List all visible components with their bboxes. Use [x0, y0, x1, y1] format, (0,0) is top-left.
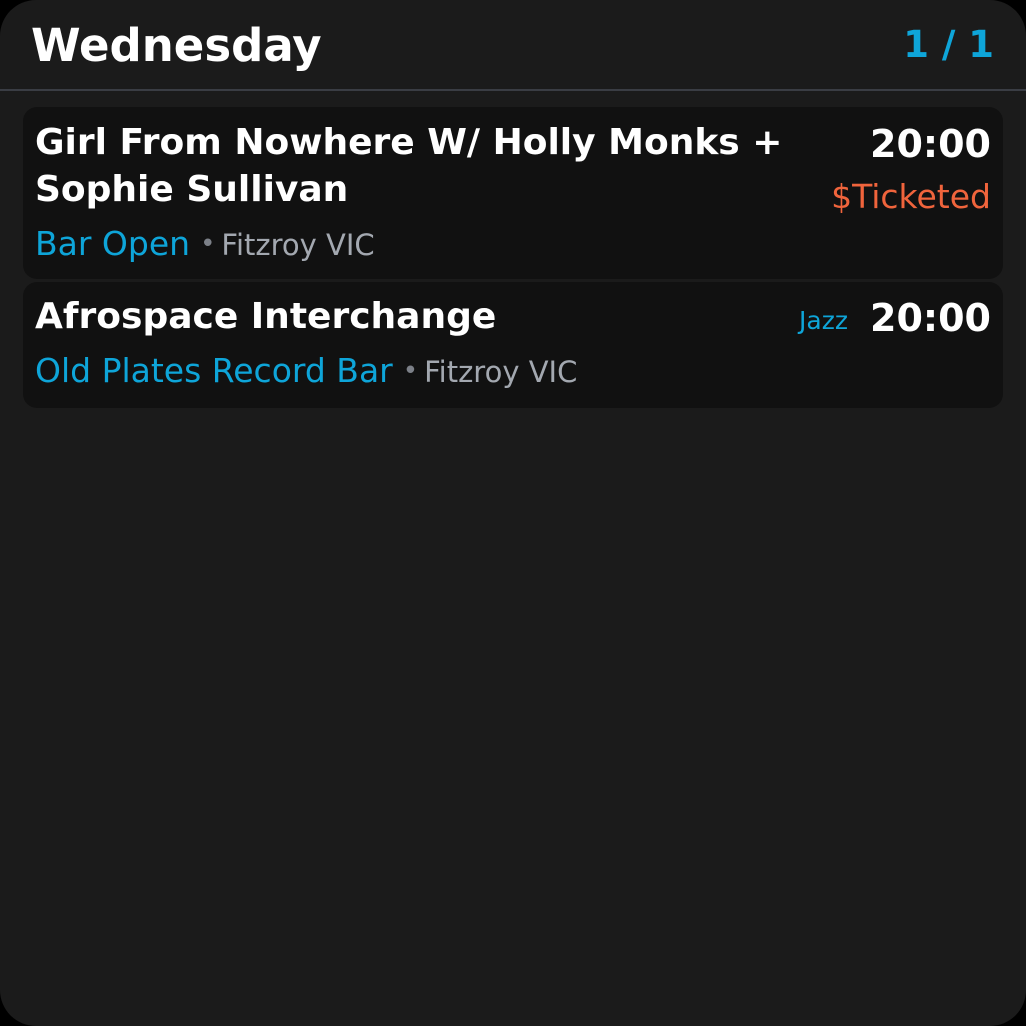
- venue-location: Fitzroy VIC: [424, 355, 578, 389]
- separator-dot: •: [402, 356, 419, 386]
- genre-tag: Jazz: [799, 306, 848, 335]
- separator-dot: •: [200, 229, 216, 259]
- venue-line: Old Plates Record Bar • Fitzroy VIC: [35, 349, 577, 394]
- ticket-badge: $Ticketed: [831, 177, 991, 216]
- event-title: Afrospace Interchange: [35, 296, 497, 337]
- events-widget: Wednesday 1 / 1 Girl From Nowhere W/ Hol…: [0, 0, 1026, 1026]
- venue-link[interactable]: Bar Open: [35, 224, 190, 263]
- event-card[interactable]: Afrospace Interchange Jazz 20:00 Old Pla…: [23, 282, 1003, 408]
- widget-header: Wednesday 1 / 1: [0, 0, 1026, 91]
- page-indicator[interactable]: 1 / 1: [903, 22, 994, 68]
- event-card[interactable]: Girl From Nowhere W/ Holly Monks + Sophi…: [23, 107, 1003, 279]
- venue-link[interactable]: Old Plates Record Bar: [35, 351, 393, 390]
- event-title: Girl From Nowhere W/ Holly Monks + Sophi…: [35, 122, 783, 210]
- event-time: 20:00: [870, 122, 991, 166]
- venue-location: Fitzroy VIC: [221, 228, 375, 262]
- event-time: 20:00: [870, 296, 991, 340]
- day-title: Wednesday: [31, 19, 322, 72]
- venue-line: Bar Open • Fitzroy VIC: [35, 222, 375, 267]
